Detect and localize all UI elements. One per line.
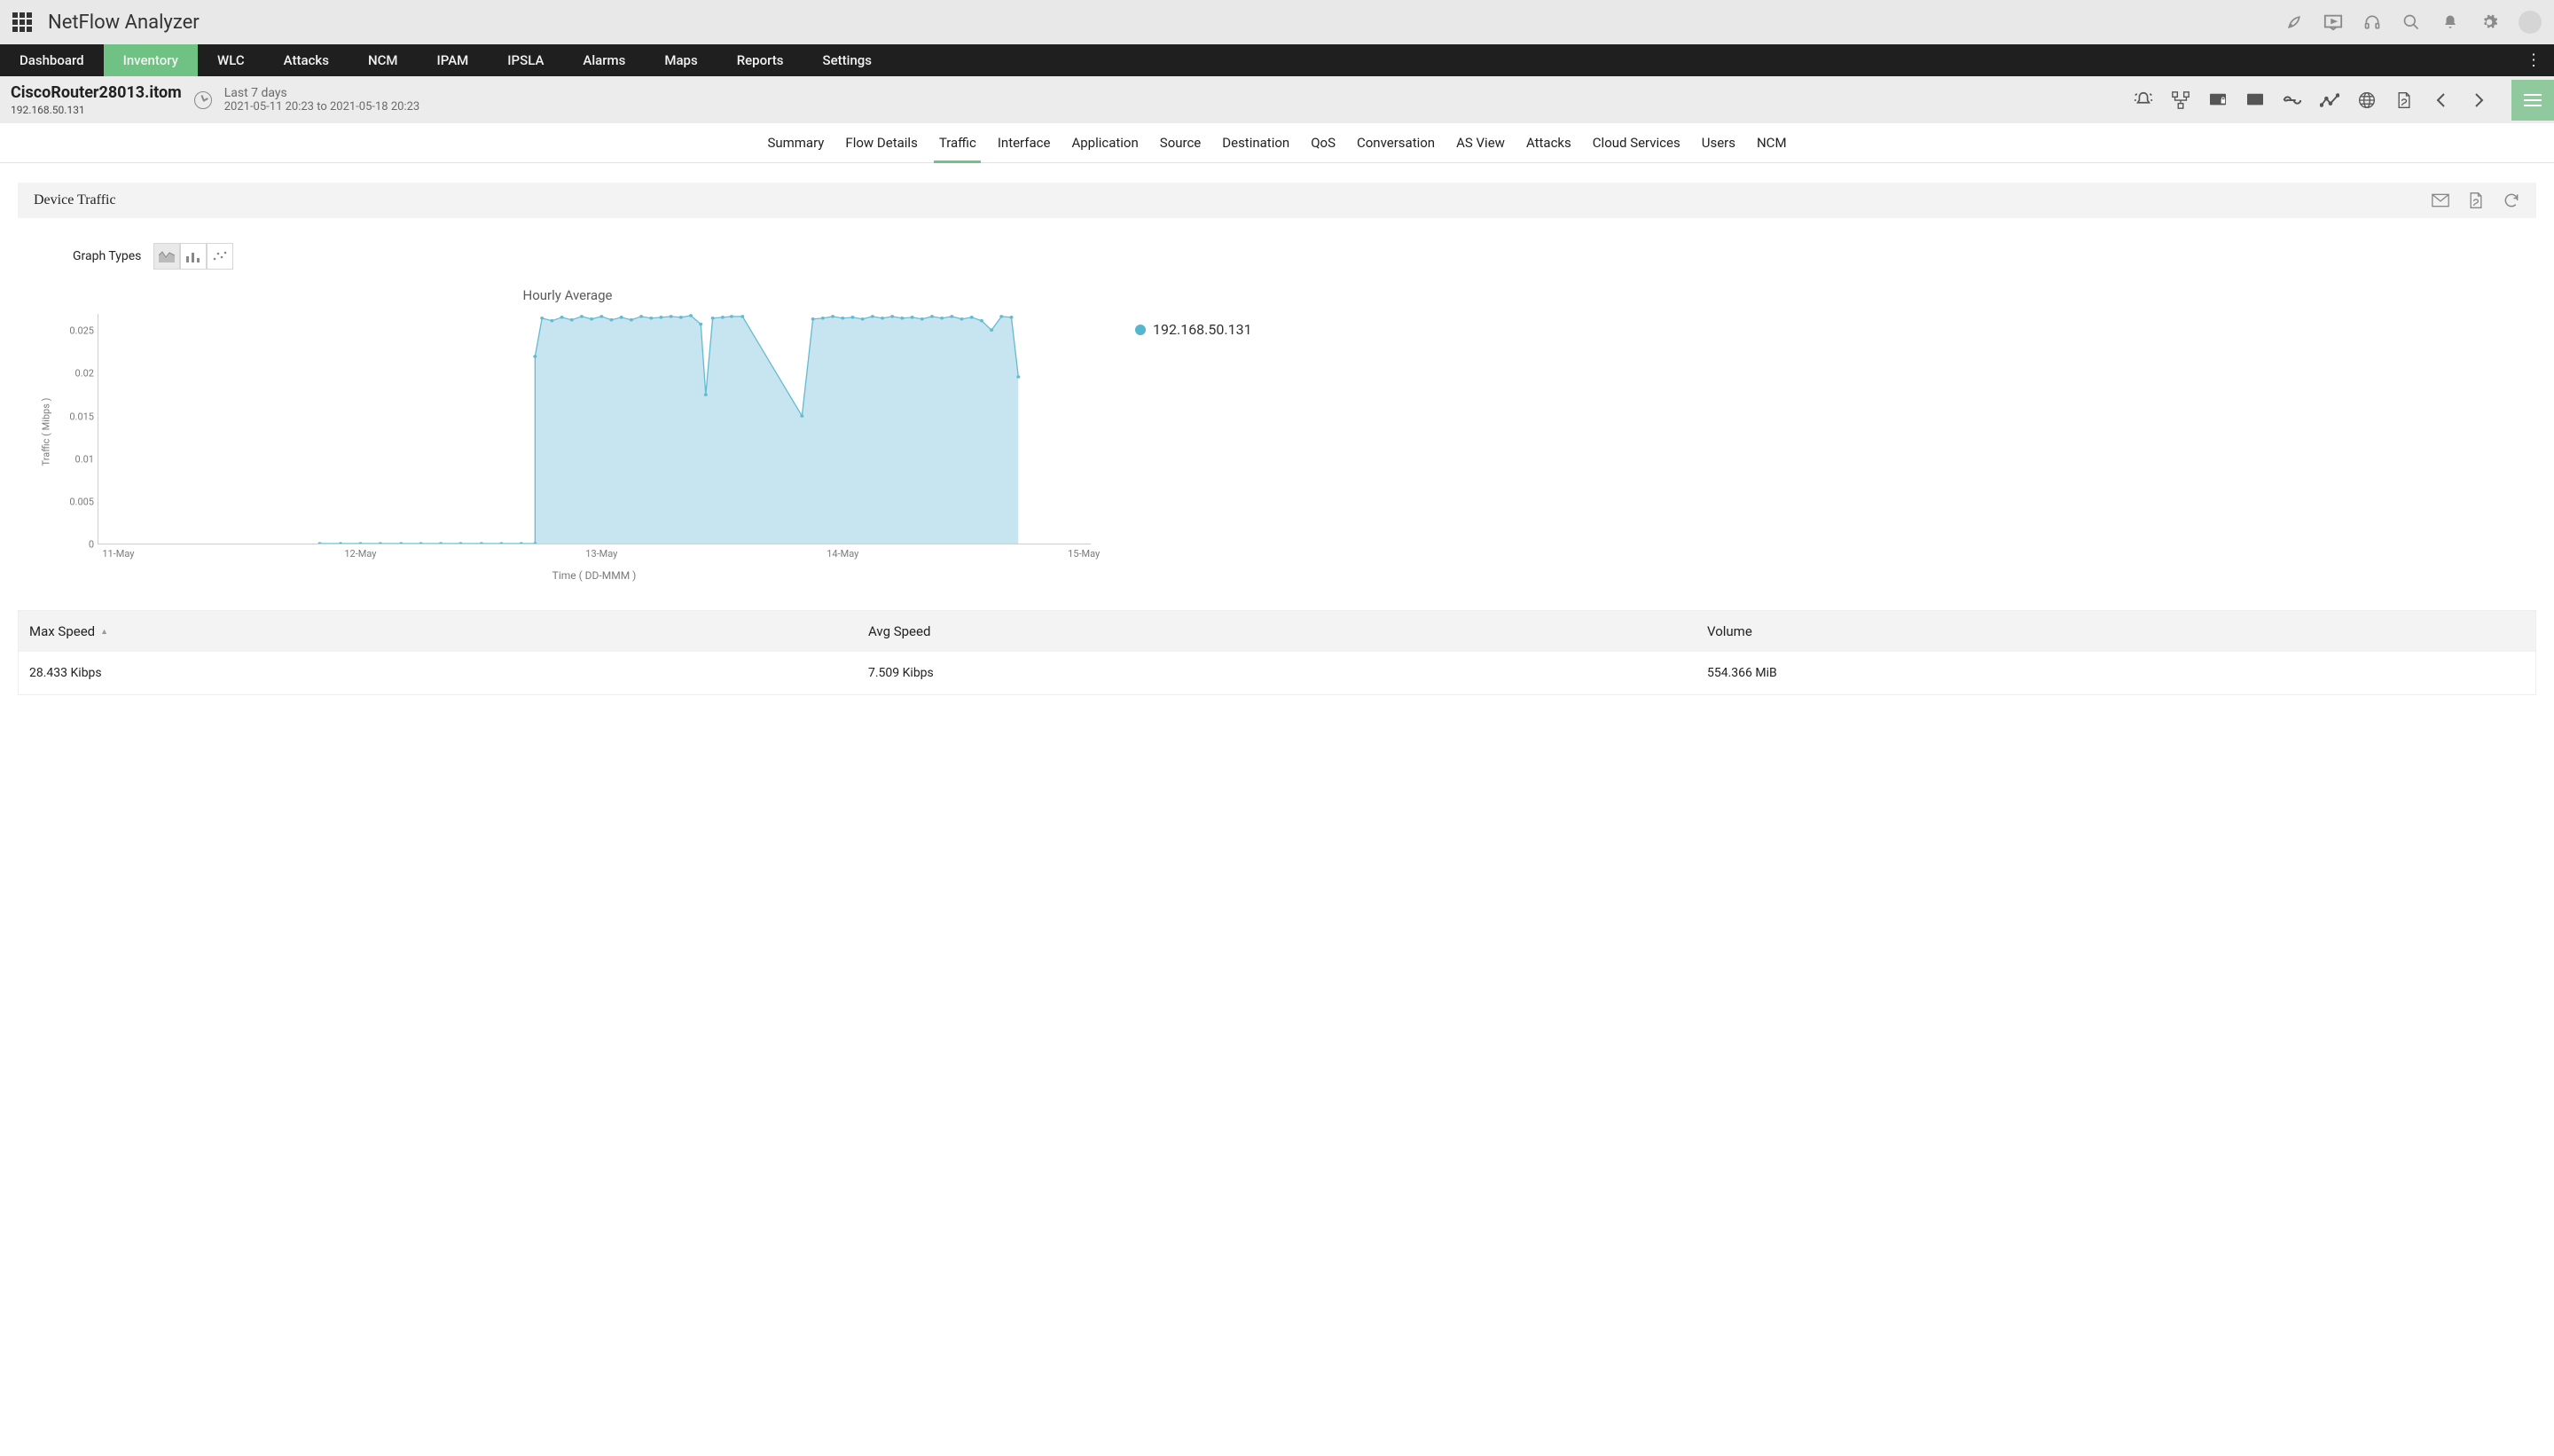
cell-max-speed: 28.433 Kibps: [19, 652, 858, 694]
col-avg-speed[interactable]: Avg Speed: [858, 611, 1696, 652]
tab-ncm[interactable]: NCM: [1746, 123, 1798, 162]
tab-conversation[interactable]: Conversation: [1346, 123, 1445, 162]
col-volume[interactable]: Volume: [1696, 611, 2535, 652]
tab-traffic[interactable]: Traffic: [928, 123, 987, 162]
apps-grid-icon[interactable]: [12, 12, 32, 32]
search-icon[interactable]: [2401, 12, 2421, 32]
nav-item-attacks[interactable]: Attacks: [264, 44, 349, 76]
rocket-icon[interactable]: [2284, 12, 2304, 32]
device-info: CiscoRouter28013.itom 192.168.50.131: [11, 83, 182, 116]
graph-type-scatter[interactable]: [207, 243, 233, 270]
panel-title: Device Traffic: [34, 192, 116, 208]
side-panel-toggle[interactable]: [2511, 80, 2554, 121]
range-dates: 2021-05-11 20:23 to 2021-05-18 20:23: [224, 100, 419, 114]
gear-icon[interactable]: [2480, 12, 2499, 32]
traffic-chart: 00.0050.010.0150.020.02511-May12-May13-M…: [98, 314, 1091, 544]
tab-destination[interactable]: Destination: [1211, 123, 1300, 162]
nav-item-ncm[interactable]: NCM: [349, 44, 418, 76]
tab-summary[interactable]: Summary: [756, 123, 834, 162]
device-bar-icons: [2134, 90, 2488, 110]
link-icon[interactable]: [2283, 90, 2302, 110]
tab-source[interactable]: Source: [1149, 123, 1211, 162]
x-tick: 15-May: [1068, 548, 1100, 560]
nav-item-reports[interactable]: Reports: [717, 44, 803, 76]
nav-item-ipam[interactable]: IPAM: [418, 44, 489, 76]
top-bar: NetFlow Analyzer: [0, 0, 2554, 44]
globe-icon[interactable]: [2357, 90, 2377, 110]
y-tick: 0.005: [50, 496, 94, 507]
headset-icon[interactable]: [2362, 12, 2382, 32]
app-title: NetFlow Analyzer: [48, 12, 200, 34]
subtabs: SummaryFlow DetailsTrafficInterfaceAppli…: [0, 123, 2554, 163]
mail-icon[interactable]: [2432, 192, 2449, 209]
traffic-panel: Device Traffic Graph Types Hourly Averag…: [18, 183, 2536, 591]
tab-interface[interactable]: Interface: [987, 123, 1062, 162]
clock-icon[interactable]: [194, 91, 212, 109]
pdf-icon[interactable]: [2394, 90, 2414, 110]
stats-header: Max Speed▲ Avg Speed Volume: [19, 611, 2535, 652]
refresh-icon[interactable]: [2503, 192, 2520, 209]
presentation-icon[interactable]: [2323, 12, 2343, 32]
screen-icon[interactable]: [2245, 90, 2265, 110]
y-tick: 0.02: [50, 368, 94, 380]
legend-dot-icon: [1135, 325, 1146, 335]
avatar[interactable]: [2519, 11, 2542, 34]
graph-type-label: Graph Types: [73, 249, 141, 263]
cell-volume: 554.366 MiB: [1696, 652, 2535, 694]
sort-caret-icon: ▲: [100, 627, 108, 637]
topology-icon[interactable]: [2171, 90, 2190, 110]
stats-table: Max Speed▲ Avg Speed Volume 28.433 Kibps…: [18, 610, 2536, 695]
tab-attacks[interactable]: Attacks: [1516, 123, 1582, 162]
graph-type-row: Graph Types: [18, 218, 2536, 273]
cell-avg-speed: 7.509 Kibps: [858, 652, 1696, 694]
nav-item-dashboard[interactable]: Dashboard: [0, 44, 104, 76]
chevron-right-icon[interactable]: [2469, 90, 2488, 110]
device-ip: 192.168.50.131: [11, 104, 182, 116]
x-tick: 14-May: [827, 548, 858, 560]
x-axis-label: Time ( DD-MMM ): [98, 569, 1091, 582]
y-tick: 0.01: [50, 453, 94, 465]
col-max-speed[interactable]: Max Speed▲: [19, 611, 858, 652]
nav-item-inventory[interactable]: Inventory: [104, 44, 198, 76]
tab-qos[interactable]: QoS: [1300, 123, 1346, 162]
more-vert-icon[interactable]: ⋮: [2526, 51, 2542, 70]
legend-item[interactable]: 192.168.50.131: [1135, 321, 1252, 338]
panel-header: Device Traffic: [18, 183, 2536, 218]
nav-item-wlc[interactable]: WLC: [198, 44, 264, 76]
tab-flow-details[interactable]: Flow Details: [834, 123, 928, 162]
nav-item-alarms[interactable]: Alarms: [563, 44, 645, 76]
tab-cloud-services[interactable]: Cloud Services: [1582, 123, 1691, 162]
bell-icon[interactable]: [2440, 12, 2460, 32]
device-name: CiscoRouter28013.itom: [11, 83, 182, 102]
chart-title: Hourly Average: [44, 282, 1091, 314]
x-tick: 13-May: [585, 548, 617, 560]
nav-item-ipsla[interactable]: IPSLA: [488, 44, 563, 76]
y-tick: 0: [50, 539, 94, 551]
tab-as-view[interactable]: AS View: [1445, 123, 1516, 162]
table-row: 28.433 Kibps 7.509 Kibps 554.366 MiB: [19, 652, 2535, 694]
graph-type-bar[interactable]: [180, 243, 207, 270]
range-label: Last 7 days: [224, 86, 419, 100]
x-tick: 11-May: [102, 548, 134, 560]
export-pdf-icon[interactable]: [2467, 192, 2485, 209]
time-range[interactable]: Last 7 days 2021-05-11 20:23 to 2021-05-…: [224, 86, 419, 114]
nav-item-settings[interactable]: Settings: [803, 44, 892, 76]
legend-label: 192.168.50.131: [1153, 321, 1252, 338]
device-bar: CiscoRouter28013.itom 192.168.50.131 Las…: [0, 76, 2554, 123]
chevron-left-icon[interactable]: [2432, 90, 2451, 110]
x-tick: 12-May: [344, 548, 376, 560]
alert-icon[interactable]: [2134, 90, 2153, 110]
graph-type-area[interactable]: [153, 243, 180, 270]
y-tick: 0.015: [50, 411, 94, 422]
tab-application[interactable]: Application: [1061, 123, 1148, 162]
trend-icon[interactable]: [2320, 90, 2339, 110]
screen-lock-icon[interactable]: [2208, 90, 2228, 110]
topbar-icons: [2284, 11, 2542, 34]
main-nav: DashboardInventoryWLCAttacksNCMIPAMIPSLA…: [0, 44, 2554, 76]
tab-users[interactable]: Users: [1691, 123, 1746, 162]
y-tick: 0.025: [50, 325, 94, 337]
nav-item-maps[interactable]: Maps: [645, 44, 717, 76]
